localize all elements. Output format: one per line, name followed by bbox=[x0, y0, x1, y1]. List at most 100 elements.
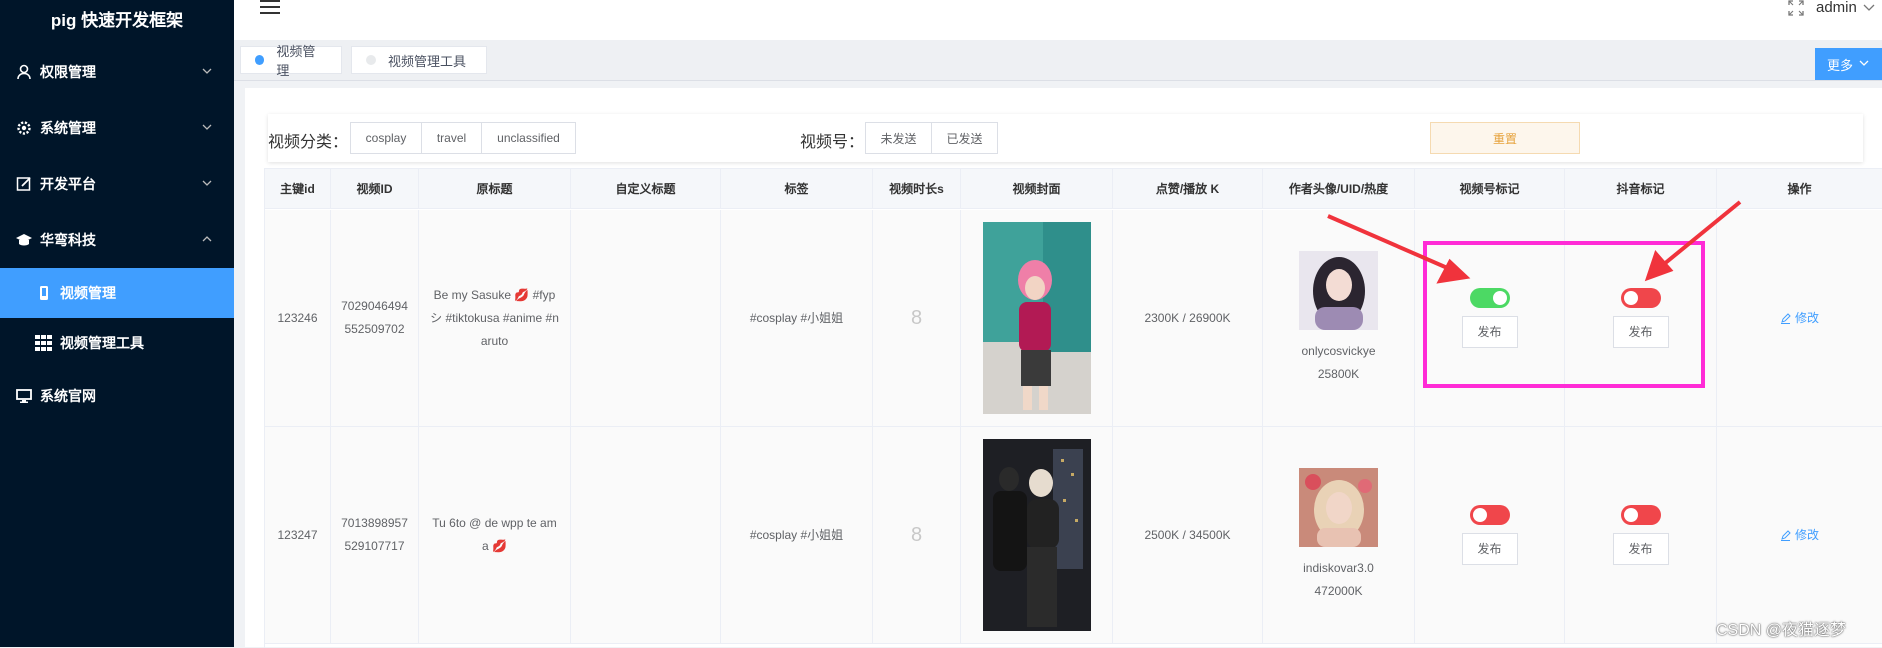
author-avatar-image bbox=[1299, 467, 1378, 547]
duration-value: 8 bbox=[910, 306, 923, 329]
monitor-icon bbox=[14, 386, 34, 406]
sidebar-item-video-tools[interactable]: 视频管理工具 bbox=[0, 318, 234, 368]
cell-channel-flag: 发布 bbox=[1415, 427, 1565, 643]
video-id-line: 7013898957 bbox=[341, 516, 408, 530]
cell-id: 123246 bbox=[265, 210, 331, 426]
video-cover-image[interactable] bbox=[982, 439, 1091, 631]
author-heat: 472000K bbox=[1314, 583, 1363, 598]
chevron-down-icon[interactable] bbox=[1863, 4, 1875, 12]
category-filter-label: 视频分类： bbox=[268, 134, 349, 151]
phone-icon bbox=[34, 283, 54, 303]
column-header: 视频时长s bbox=[873, 169, 961, 209]
sidebar-item-label: 视频管理 bbox=[60, 285, 116, 301]
user-name[interactable]: admin bbox=[1816, 0, 1857, 16]
grid-icon bbox=[34, 333, 54, 353]
douyin-publish-button[interactable]: 发布 bbox=[1612, 533, 1669, 565]
cell-original-title: Be my Sasuke 💋 #fyp シ #tiktokusa #anime … bbox=[419, 210, 571, 426]
cell-id: 123247 bbox=[265, 427, 331, 643]
graduation-cap-icon bbox=[14, 230, 34, 250]
author-avatar-image bbox=[1299, 250, 1378, 330]
cell-tags: #cosplay #小姐姐 bbox=[721, 427, 873, 643]
author-heat: 25800K bbox=[1317, 366, 1360, 381]
edit-label: 修改 bbox=[1794, 310, 1819, 325]
channel-publish-button[interactable]: 发布 bbox=[1461, 316, 1518, 348]
sidebar-item-official-site[interactable]: 系统官网 bbox=[0, 376, 234, 416]
sidebar-item-permissions[interactable]: 权限管理 bbox=[0, 52, 234, 92]
category-cosplay-button[interactable]: cosplay bbox=[350, 122, 422, 154]
douyin-published-toggle[interactable] bbox=[1620, 288, 1661, 308]
sidebar-item-huawan[interactable]: 华弯科技 bbox=[0, 220, 234, 260]
unsent-button[interactable]: 未发送 bbox=[865, 122, 932, 154]
channel-published-toggle[interactable] bbox=[1469, 288, 1510, 308]
video-cover-image[interactable] bbox=[982, 222, 1091, 414]
edit-link[interactable]: 修改 bbox=[1780, 524, 1819, 547]
cell-cover bbox=[961, 210, 1113, 426]
category-unclassified-button[interactable]: unclassified bbox=[481, 122, 576, 154]
top-header: admin bbox=[234, 0, 1882, 40]
tab-label: 视频管理工具 bbox=[388, 53, 467, 69]
sidebar-item-label: 系统管理 bbox=[40, 120, 96, 136]
sent-button[interactable]: 已发送 bbox=[931, 122, 998, 154]
sidebar-item-system[interactable]: 系统管理 bbox=[0, 108, 234, 148]
cell-actions: 修改 bbox=[1717, 210, 1882, 426]
cell-author: indiskovar3.0 472000K bbox=[1263, 427, 1415, 643]
cell-custom-title bbox=[571, 210, 721, 426]
title-line: Be my Sasuke 💋 #fyp bbox=[433, 287, 556, 302]
title-line: a 💋 bbox=[482, 539, 507, 553]
edit-icon bbox=[1780, 529, 1791, 541]
cell-actions: 修改 bbox=[1717, 427, 1882, 643]
sidebar-item-label: 系统官网 bbox=[40, 388, 96, 404]
sidebar-item-label: 视频管理工具 bbox=[60, 335, 144, 351]
sidebar-item-label: 华弯科技 bbox=[40, 232, 96, 248]
user-icon bbox=[14, 62, 34, 82]
douyin-publish-button[interactable]: 发布 bbox=[1612, 316, 1669, 348]
sidebar-item-label: 开发平台 bbox=[40, 176, 96, 192]
author-uid: onlycosvickye bbox=[1301, 343, 1376, 358]
sidebar-item-dev-platform[interactable]: 开发平台 bbox=[0, 164, 234, 204]
cell-duration: 8 bbox=[873, 427, 961, 643]
table-row: 123246 7029046494 552509702 Be my Sasuke… bbox=[265, 210, 1882, 427]
tab-video-tools[interactable]: 视频管理工具 bbox=[351, 46, 487, 74]
video-id-line: 552509702 bbox=[344, 322, 405, 336]
channel-filter-label: 视频号： bbox=[800, 134, 865, 151]
fullscreen-icon[interactable] bbox=[1788, 0, 1804, 16]
sidebar-item-label: 权限管理 bbox=[40, 64, 96, 80]
gear-icon bbox=[14, 118, 34, 138]
tags-bar: 视频管理 视频管理工具 bbox=[234, 40, 1882, 81]
title-line: Tu 6to @ de wpp te am bbox=[432, 516, 557, 530]
column-header: 视频封面 bbox=[961, 169, 1113, 209]
douyin-published-toggle[interactable] bbox=[1620, 505, 1661, 525]
cell-author: onlycosvickye 25800K bbox=[1263, 210, 1415, 426]
column-header: 主键id bbox=[265, 169, 331, 209]
channel-published-toggle[interactable] bbox=[1469, 505, 1510, 525]
chevron-up-icon bbox=[202, 236, 212, 242]
cell-channel-flag: 发布 bbox=[1415, 210, 1565, 426]
tab-video-management[interactable]: 视频管理 bbox=[240, 44, 342, 78]
column-header: 操作 bbox=[1717, 169, 1882, 209]
tab-label: 视频管理 bbox=[276, 44, 316, 78]
menu-toggle-icon[interactable] bbox=[260, 0, 280, 14]
more-label: 更多 bbox=[1827, 57, 1854, 73]
chevron-down-icon bbox=[202, 124, 212, 130]
column-header: 标签 bbox=[721, 169, 873, 209]
channel-filter-group: 未发送 已发送 bbox=[865, 122, 998, 154]
reset-button[interactable]: 重置 bbox=[1430, 122, 1580, 154]
csdn-watermark: CSDN @夜猫逐梦 bbox=[1716, 622, 1847, 639]
column-header: 视频号标记 bbox=[1415, 169, 1565, 209]
cell-douyin-flag: 发布 bbox=[1565, 427, 1717, 643]
chevron-down-icon bbox=[202, 180, 212, 186]
sidebar-item-video-management[interactable]: 视频管理 bbox=[0, 268, 234, 318]
edit-icon bbox=[1780, 312, 1791, 324]
cell-stats: 2500K / 34500K bbox=[1113, 427, 1263, 643]
cell-video-id: 7013898957 529107717 bbox=[331, 427, 419, 643]
category-travel-button[interactable]: travel bbox=[421, 122, 482, 154]
more-button[interactable]: 更多 bbox=[1815, 48, 1882, 80]
cell-video-id: 7029046494 552509702 bbox=[331, 210, 419, 426]
video-table: 主键id 视频ID 原标题 自定义标题 标签 视频时长s 视频封面 点赞/播放 … bbox=[264, 168, 1882, 648]
edit-link[interactable]: 修改 bbox=[1780, 307, 1819, 330]
channel-publish-button[interactable]: 发布 bbox=[1461, 533, 1518, 565]
column-header: 视频ID bbox=[331, 169, 419, 209]
column-header: 作者头像/UID/热度 bbox=[1263, 169, 1415, 209]
column-header: 点赞/播放 K bbox=[1113, 169, 1263, 209]
chevron-down-icon bbox=[202, 68, 212, 74]
